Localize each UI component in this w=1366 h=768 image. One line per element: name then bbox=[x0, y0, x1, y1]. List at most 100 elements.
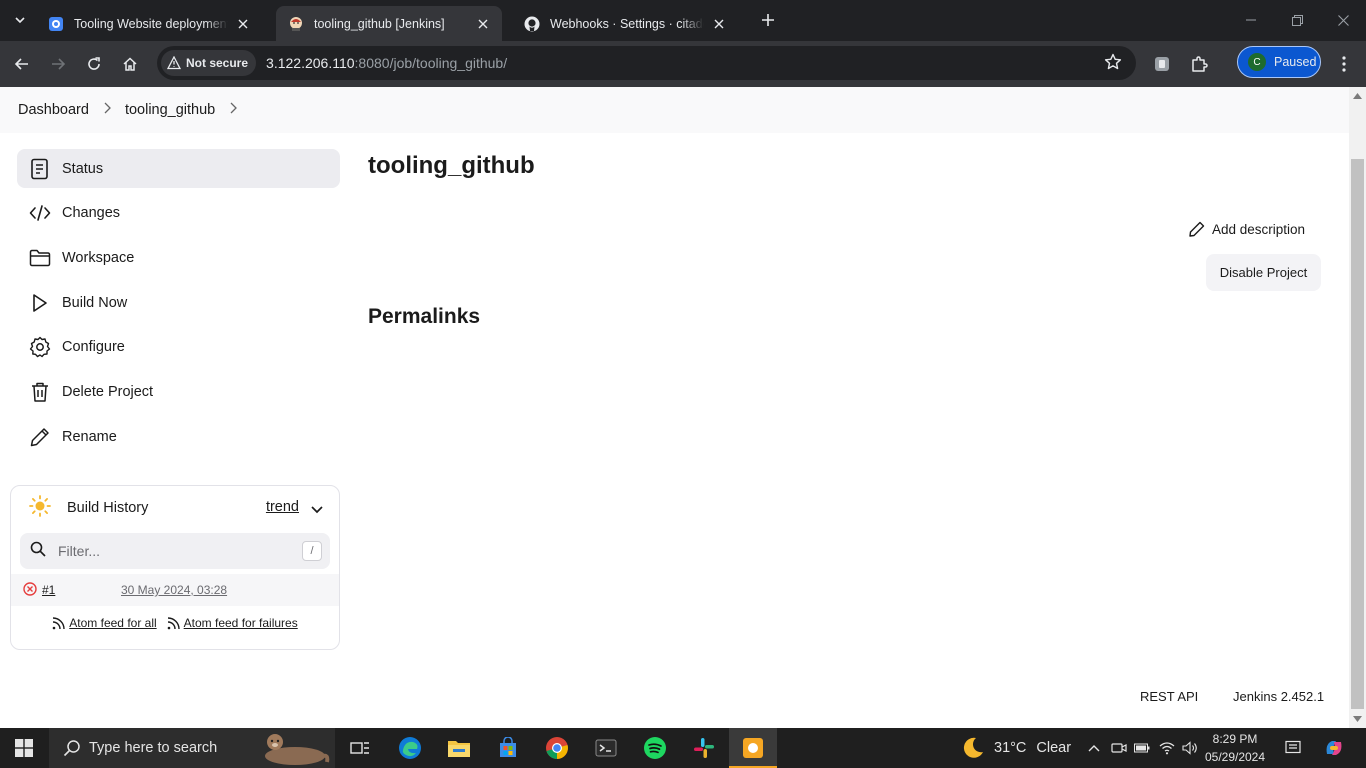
back-button[interactable] bbox=[8, 50, 36, 78]
feed-failures-link[interactable]: Atom feed for failures bbox=[167, 616, 298, 630]
notifications-icon[interactable] bbox=[1285, 740, 1301, 756]
otter-illustration-icon bbox=[259, 730, 331, 768]
profile-button[interactable]: C Paused bbox=[1237, 46, 1321, 78]
code-icon bbox=[28, 201, 52, 225]
wifi-icon[interactable] bbox=[1159, 740, 1175, 756]
taskbar-chrome[interactable] bbox=[533, 728, 581, 768]
build-number-link[interactable]: #1 bbox=[42, 583, 55, 597]
forward-button[interactable] bbox=[44, 50, 72, 78]
close-window-button[interactable] bbox=[1320, 0, 1366, 40]
build-filter: / bbox=[20, 533, 330, 569]
rest-api-link[interactable]: REST API bbox=[1140, 689, 1198, 704]
taskbar-edge[interactable] bbox=[386, 728, 434, 768]
taskbar-search-box[interactable]: Type here to search bbox=[49, 728, 335, 768]
taskbar-spotify[interactable] bbox=[631, 728, 679, 768]
taskbar-file-explorer[interactable] bbox=[435, 728, 483, 768]
taskbar-slack[interactable] bbox=[680, 728, 728, 768]
slack-icon bbox=[694, 738, 714, 758]
bookmark-star-icon[interactable] bbox=[1104, 53, 1122, 76]
tab-title: Tooling Website deployment au bbox=[74, 16, 228, 31]
new-tab-button[interactable] bbox=[756, 8, 780, 32]
weather-widget[interactable]: 31°C Clear bbox=[960, 728, 1071, 768]
github-favicon-icon bbox=[524, 16, 540, 32]
build-history-panel: Build History trend / #1 30 May 2024, 03… bbox=[10, 485, 340, 650]
sidebar-item-configure[interactable]: Configure bbox=[17, 328, 340, 367]
page-title: tooling_github bbox=[368, 152, 535, 179]
task-view-icon bbox=[350, 742, 369, 754]
clock-date: 05/29/2024 bbox=[1204, 750, 1266, 764]
battery-icon[interactable] bbox=[1134, 740, 1150, 756]
browser-tab[interactable]: Tooling Website deployment au bbox=[36, 6, 262, 41]
scroll-up-arrow-icon[interactable] bbox=[1353, 91, 1362, 100]
task-view-button[interactable] bbox=[336, 728, 384, 768]
copilot-icon[interactable] bbox=[1324, 738, 1344, 758]
jenkins-version-link[interactable]: Jenkins 2.452.1 bbox=[1233, 689, 1324, 704]
rss-icon bbox=[167, 616, 180, 629]
extensions-menu-button[interactable] bbox=[1185, 50, 1213, 78]
browser-tab-active[interactable]: tooling_github [Jenkins] bbox=[276, 6, 502, 41]
restore-button[interactable] bbox=[1274, 0, 1320, 40]
clock-time: 8:29 PM bbox=[1212, 732, 1258, 746]
profile-status: Paused bbox=[1274, 55, 1317, 69]
system-clock[interactable]: 8:29 PM 05/29/2024 bbox=[1203, 730, 1267, 766]
sidebar-item-changes[interactable]: Changes bbox=[17, 194, 340, 233]
sidebar-item-build-now[interactable]: Build Now bbox=[17, 283, 340, 322]
build-history-title: Build History bbox=[67, 500, 149, 516]
tab-close-icon[interactable] bbox=[234, 15, 252, 33]
trend-link[interactable]: trend bbox=[266, 499, 299, 515]
sidebar-item-delete-project[interactable]: Delete Project bbox=[17, 372, 340, 411]
jenkins-favicon-icon bbox=[288, 16, 304, 32]
scrollbar-thumb[interactable] bbox=[1351, 159, 1364, 709]
reload-button[interactable] bbox=[80, 50, 108, 78]
tray-chevron-up-icon[interactable] bbox=[1086, 740, 1102, 756]
extension-app-icon bbox=[1155, 57, 1169, 71]
browser-menu-button[interactable] bbox=[1330, 50, 1358, 78]
home-button[interactable] bbox=[116, 50, 144, 78]
start-button[interactable] bbox=[0, 728, 48, 768]
permalinks-heading: Permalinks bbox=[368, 305, 481, 328]
spotify-icon bbox=[644, 737, 666, 759]
moon-icon bbox=[963, 737, 983, 758]
disable-project-button[interactable]: Disable Project bbox=[1206, 254, 1321, 291]
feed-all-link[interactable]: Atom feed for all bbox=[52, 616, 157, 630]
url-path: :8080/job/tooling_github/ bbox=[354, 55, 508, 71]
trash-icon bbox=[28, 380, 52, 404]
search-icon bbox=[30, 541, 46, 562]
breadcrumb-job[interactable]: tooling_github bbox=[125, 102, 215, 118]
page-scrollbar[interactable] bbox=[1349, 87, 1366, 728]
taskbar-terminal[interactable] bbox=[582, 728, 630, 768]
chevron-right-icon[interactable] bbox=[229, 102, 238, 118]
tab-close-icon[interactable] bbox=[474, 15, 492, 33]
warning-icon bbox=[167, 56, 181, 70]
kebab-menu-icon bbox=[1342, 56, 1346, 72]
tab-search-button[interactable] bbox=[8, 8, 32, 32]
address-bar[interactable]: Not secure 3.122.206.110:8080/job/toolin… bbox=[157, 46, 1136, 80]
sidebar-item-status[interactable]: Status bbox=[17, 149, 340, 188]
meet-now-icon[interactable] bbox=[1111, 740, 1127, 756]
chevron-down-icon bbox=[15, 17, 25, 24]
chevron-down-icon[interactable] bbox=[311, 501, 323, 519]
build-row[interactable]: #1 30 May 2024, 03:28 bbox=[11, 574, 339, 606]
folder-icon bbox=[448, 741, 470, 757]
security-chip[interactable]: Not secure bbox=[161, 50, 257, 76]
tab-close-icon[interactable] bbox=[710, 15, 728, 33]
add-description-link[interactable]: Add description bbox=[1189, 221, 1305, 237]
filter-shortcut-hint: / bbox=[302, 541, 322, 561]
scroll-down-arrow-icon[interactable] bbox=[1353, 714, 1362, 723]
breadcrumb-dashboard[interactable]: Dashboard bbox=[18, 102, 89, 118]
sidebar-item-workspace[interactable]: Workspace bbox=[17, 238, 340, 277]
extension-button[interactable] bbox=[1148, 50, 1176, 78]
sidebar-item-rename[interactable]: Rename bbox=[17, 417, 340, 456]
close-icon bbox=[1337, 14, 1349, 26]
taskbar-active-app[interactable] bbox=[729, 728, 777, 768]
build-filter-input[interactable] bbox=[58, 543, 288, 559]
minimize-button[interactable] bbox=[1228, 0, 1274, 40]
build-date-link[interactable]: 30 May 2024, 03:28 bbox=[121, 583, 227, 597]
browser-tabstrip: Tooling Website deployment au tooling_gi… bbox=[0, 0, 1366, 41]
browser-tab[interactable]: Webhooks · Settings · citadelict bbox=[512, 6, 738, 41]
reload-icon bbox=[88, 57, 100, 70]
sun-weather-icon bbox=[29, 494, 51, 522]
speaker-icon[interactable] bbox=[1182, 740, 1198, 756]
taskbar-store[interactable] bbox=[484, 728, 532, 768]
chevron-right-icon bbox=[103, 102, 111, 118]
